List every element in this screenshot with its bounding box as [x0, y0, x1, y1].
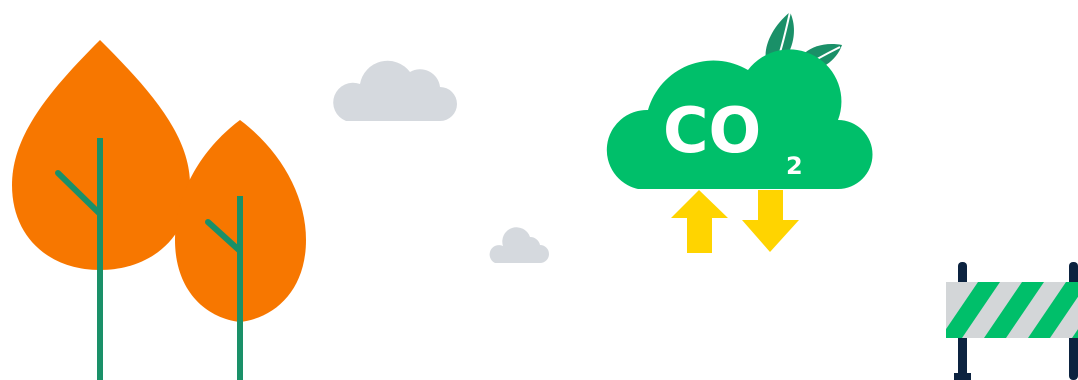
cloud-icon	[333, 60, 457, 121]
small-cloud-icon	[489, 227, 549, 263]
arrow-up-icon	[671, 190, 728, 253]
co2-cloud-icon: CO 2	[606, 11, 873, 190]
co2-label: CO	[663, 94, 761, 167]
large-tree-icon	[12, 40, 190, 380]
arrow-down-icon	[742, 190, 799, 252]
small-tree-icon	[175, 120, 306, 380]
illustration-scene: CO 2	[12, 11, 1078, 380]
barrier-icon	[946, 262, 1078, 380]
co2-subscript: 2	[786, 152, 803, 180]
